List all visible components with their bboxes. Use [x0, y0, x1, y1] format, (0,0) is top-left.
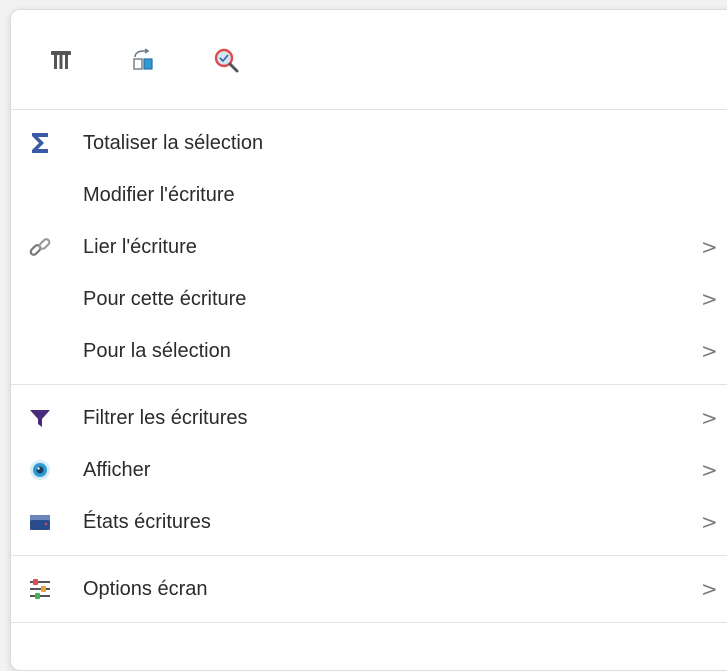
- menu-item-etats[interactable]: États écritures >: [11, 496, 727, 548]
- menu-item-label: Modifier l'écriture: [83, 183, 235, 206]
- menu-item-totaliser[interactable]: Totaliser la sélection: [11, 117, 727, 169]
- eye-icon: [25, 455, 55, 485]
- menu-item-label: Pour cette écriture: [83, 287, 247, 310]
- document-sync-icon: [131, 47, 155, 72]
- chevron-right-icon: >: [701, 406, 718, 430]
- menu-section-options: Options écran >: [11, 556, 727, 623]
- menu-item-filtrer[interactable]: Filtrer les écritures >: [11, 392, 727, 444]
- menu-item-label: États écritures: [83, 510, 211, 533]
- menu-item-modifier[interactable]: Modifier l'écriture: [11, 169, 727, 221]
- sigma-icon: [25, 128, 55, 158]
- menu-item-label: Pour la sélection: [83, 339, 231, 362]
- link-chain-icon: [25, 232, 55, 262]
- menu-item-pour-cette[interactable]: Pour cette écriture >: [11, 273, 727, 325]
- menu-item-label: Lier l'écriture: [83, 235, 197, 258]
- menu-item-label: Options écran: [83, 577, 208, 600]
- printer-icon: [25, 507, 55, 537]
- chevron-right-icon: >: [701, 510, 718, 534]
- menu-item-options-ecran[interactable]: Options écran >: [11, 563, 727, 615]
- filter-funnel-icon: [25, 403, 55, 433]
- menu-item-label: Totaliser la sélection: [83, 131, 264, 154]
- chevron-right-icon: >: [701, 235, 718, 259]
- menu-item-afficher[interactable]: Afficher >: [11, 444, 727, 496]
- chevron-right-icon: >: [701, 287, 718, 311]
- menu-toolbar: [11, 10, 727, 110]
- menu-section-actions: Totaliser la sélection Modifier l'écritu…: [11, 110, 727, 385]
- document-sync-button[interactable]: [131, 40, 213, 80]
- menu-section-view: Filtrer les écritures > Afficher > États…: [11, 385, 727, 556]
- chevron-right-icon: >: [701, 577, 718, 601]
- sliders-icon: [25, 574, 55, 604]
- menu-item-lier[interactable]: Lier l'écriture >: [11, 221, 727, 273]
- chevron-right-icon: >: [701, 458, 718, 482]
- menu-item-label: Filtrer les écritures: [83, 406, 248, 429]
- search-magnifier-icon: [213, 47, 239, 73]
- column-button[interactable]: [49, 40, 131, 80]
- menu-item-pour-selection[interactable]: Pour la sélection >: [11, 325, 727, 377]
- menu-item-label: Afficher: [83, 458, 151, 481]
- chevron-right-icon: >: [701, 339, 718, 363]
- context-menu: Totaliser la sélection Modifier l'écritu…: [10, 9, 727, 671]
- search-button[interactable]: [213, 40, 295, 80]
- column-icon: [49, 48, 73, 72]
